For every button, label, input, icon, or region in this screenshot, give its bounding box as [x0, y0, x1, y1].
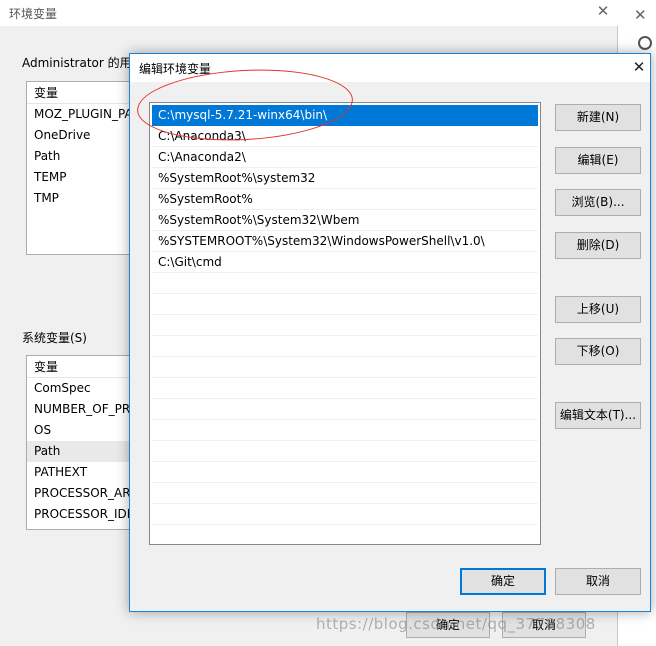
move-up-button[interactable]: 上移(U)	[555, 296, 641, 323]
column-header-variable[interactable]: 变量	[27, 82, 135, 104]
empty-row[interactable]	[152, 378, 538, 399]
column-header-variable[interactable]: 变量	[27, 356, 135, 378]
empty-row[interactable]	[152, 399, 538, 420]
edit-button[interactable]: 编辑(E)	[555, 147, 641, 174]
path-entry[interactable]: %SystemRoot%\System32\Wbem	[152, 210, 538, 231]
empty-row[interactable]	[152, 294, 538, 315]
move-down-button[interactable]: 下移(O)	[555, 338, 641, 365]
list-item-selected[interactable]: Path	[27, 441, 135, 462]
path-entry[interactable]: C:\Anaconda3\	[152, 126, 538, 147]
dialog-title: 编辑环境变量	[139, 62, 212, 76]
browse-button[interactable]: 浏览(B)...	[555, 189, 641, 216]
help-icon[interactable]	[638, 36, 652, 50]
path-entry[interactable]: %SYSTEMROOT%\System32\WindowsPowerShell\…	[152, 231, 538, 252]
close-icon[interactable]: ✕	[630, 57, 648, 77]
list-item[interactable]: PROCESSOR_ARC	[27, 483, 135, 504]
system-vars-section-label: 系统变量(S)	[22, 331, 87, 345]
path-entries-list[interactable]: C:\mysql-5.7.21-winx64\bin\ C:\Anaconda3…	[149, 102, 541, 545]
system-vars-list[interactable]: 变量 ComSpec NUMBER_OF_PR OS Path PATHEXT …	[26, 355, 136, 530]
close-icon[interactable]: ✕	[634, 6, 647, 24]
new-button[interactable]: 新建(N)	[555, 104, 641, 131]
list-item[interactable]: TMP	[27, 188, 135, 209]
list-item[interactable]: PROCESSOR_IDE	[27, 504, 135, 525]
path-entry[interactable]: %SystemRoot%	[152, 189, 538, 210]
empty-row[interactable]	[152, 441, 538, 462]
bg-window-title: 环境变量	[9, 7, 58, 21]
user-vars-list[interactable]: 变量 MOZ_PLUGIN_PA OneDrive Path TEMP TMP	[26, 81, 136, 255]
close-icon[interactable]: ✕	[594, 2, 612, 20]
delete-button[interactable]: 删除(D)	[555, 232, 641, 259]
edit-text-button[interactable]: 编辑文本(T)...	[555, 402, 641, 429]
list-item[interactable]: MOZ_PLUGIN_PA	[27, 104, 135, 125]
empty-row[interactable]	[152, 462, 538, 483]
empty-row[interactable]	[152, 420, 538, 441]
list-item[interactable]: PATHEXT	[27, 462, 135, 483]
empty-row[interactable]	[152, 336, 538, 357]
path-entry-selected[interactable]: C:\mysql-5.7.21-winx64\bin\	[152, 105, 538, 126]
path-entry[interactable]: %SystemRoot%\system32	[152, 168, 538, 189]
ok-button[interactable]: 确定	[460, 568, 546, 595]
edit-environment-variable-dialog: 编辑环境变量 ✕ C:\mysql-5.7.21-winx64\bin\ C:\…	[129, 53, 651, 612]
list-item[interactable]: Path	[27, 146, 135, 167]
dialog-title-bar: 编辑环境变量 ✕	[130, 54, 650, 82]
bg-title-bar: 环境变量 ✕	[0, 0, 618, 26]
user-vars-section-label: Administrator 的用	[22, 56, 132, 70]
list-item[interactable]: ComSpec	[27, 378, 135, 399]
empty-row[interactable]	[152, 504, 538, 525]
empty-row[interactable]	[152, 483, 538, 504]
list-item[interactable]: OS	[27, 420, 135, 441]
path-entry[interactable]: C:\Git\cmd	[152, 252, 538, 273]
empty-row[interactable]	[152, 357, 538, 378]
watermark: https://blog.csdn.net/qq_37788308	[316, 615, 596, 633]
path-entry[interactable]: C:\Anaconda2\	[152, 147, 538, 168]
cancel-button[interactable]: 取消	[555, 568, 641, 595]
list-item[interactable]: OneDrive	[27, 125, 135, 146]
empty-row[interactable]	[152, 273, 538, 294]
list-item[interactable]: NUMBER_OF_PR	[27, 399, 135, 420]
list-item[interactable]: TEMP	[27, 167, 135, 188]
empty-row[interactable]	[152, 315, 538, 336]
